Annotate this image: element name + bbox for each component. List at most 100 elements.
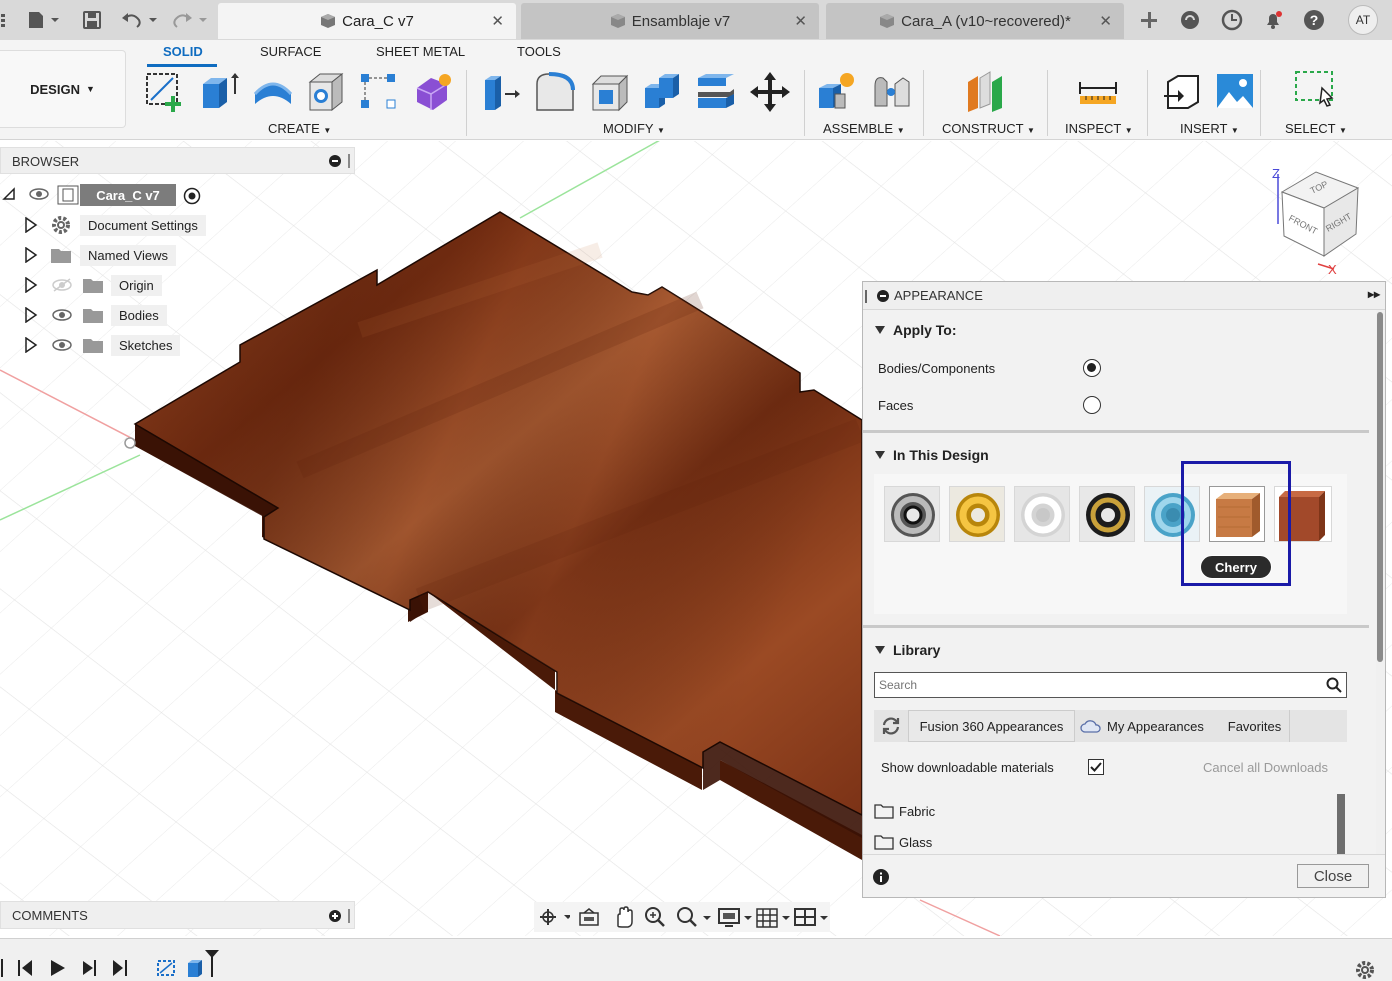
rectangular-pattern-icon[interactable] [357, 70, 401, 114]
split-body-icon[interactable] [694, 70, 738, 114]
extensions-icon[interactable] [1178, 8, 1202, 32]
offset-plane-icon[interactable] [964, 70, 1008, 114]
tab-favorites[interactable]: Favorites [1220, 710, 1290, 742]
folder-item-glass[interactable]: Glass [874, 831, 932, 853]
swatch-gold[interactable] [949, 486, 1005, 542]
folder-item-fabric[interactable]: Fabric [874, 800, 935, 822]
orbit-icon[interactable] [538, 907, 570, 927]
swatch-white[interactable] [1014, 486, 1070, 542]
activate-radio-icon[interactable] [183, 187, 201, 205]
expand-triangle-icon[interactable] [2, 187, 16, 201]
browser-item-origin[interactable]: Origin [111, 272, 162, 298]
extrude-icon[interactable] [197, 70, 241, 114]
tab-cara-a[interactable]: Cara_A (v10~recovered)* ✕ [826, 3, 1124, 39]
eye-icon[interactable] [51, 337, 73, 353]
tab-solid[interactable]: SOLID [163, 44, 203, 59]
tab-fusion-appearances[interactable]: Fusion 360 Appearances [908, 710, 1075, 742]
collapse-icon[interactable] [877, 290, 889, 302]
grid-settings-icon[interactable] [756, 906, 792, 928]
file-menu-icon[interactable] [26, 8, 62, 32]
step-back-icon[interactable] [16, 959, 36, 977]
play-icon[interactable] [48, 959, 68, 977]
tab-tools[interactable]: TOOLS [517, 44, 561, 59]
expand-triangle-icon[interactable] [24, 247, 38, 263]
info-icon[interactable] [873, 869, 889, 885]
expand-triangle-icon[interactable] [24, 337, 38, 353]
panel-scrollbar[interactable] [1377, 312, 1383, 662]
job-status-icon[interactable] [1220, 8, 1244, 32]
expand-triangle-icon[interactable] [24, 307, 38, 323]
tab-ensamblaje[interactable]: Ensamblaje v7 ✕ [521, 3, 819, 39]
user-avatar[interactable]: AT [1348, 5, 1378, 35]
appearance-header[interactable]: APPEARANCE ▸▸ [863, 282, 1385, 310]
insert-canvas-icon[interactable] [1213, 70, 1257, 114]
browser-root-label[interactable]: Cara_C v7 [80, 184, 176, 206]
library-search-box[interactable] [874, 672, 1347, 698]
viewports-icon[interactable] [794, 906, 830, 928]
tab-my-appearances[interactable]: My Appearances [1080, 710, 1220, 742]
apply-to-section[interactable]: Apply To: [875, 322, 957, 338]
close-button[interactable]: Close [1297, 864, 1369, 888]
new-component-icon[interactable] [815, 70, 859, 114]
redo-icon[interactable] [170, 8, 212, 32]
inspect-menu[interactable]: INSPECT ▼ [1065, 121, 1133, 136]
expand-triangle-icon[interactable] [24, 277, 38, 293]
tab-sheet-metal[interactable]: SHEET METAL [376, 44, 465, 59]
joint-icon[interactable] [869, 70, 913, 114]
display-settings-icon[interactable] [718, 906, 754, 928]
revolve-icon[interactable] [251, 70, 295, 114]
drag-handle-icon[interactable] [865, 290, 867, 303]
shell-icon[interactable] [587, 70, 631, 114]
panel-pin-icon[interactable] [348, 909, 350, 923]
add-comment-icon[interactable] [329, 910, 341, 922]
panel-pin-icon[interactable] [348, 154, 350, 168]
browser-panel-header[interactable]: BROWSER [0, 147, 355, 174]
faces-radio[interactable] [1083, 396, 1101, 414]
bodies-components-radio[interactable] [1083, 359, 1101, 377]
new-tab-icon[interactable] [1137, 8, 1161, 32]
comments-panel-header[interactable]: COMMENTS [0, 901, 355, 929]
browser-item-document-settings[interactable]: Document Settings [80, 212, 206, 238]
combine-icon[interactable] [641, 70, 685, 114]
create-form-icon[interactable] [411, 70, 455, 114]
construct-menu[interactable]: CONSTRUCT ▼ [942, 121, 1035, 136]
fit-zoom-icon[interactable] [676, 906, 712, 928]
close-icon[interactable]: ✕ [1099, 12, 1112, 30]
save-icon[interactable] [80, 8, 104, 32]
show-downloadable-checkbox[interactable] [1088, 759, 1104, 775]
browser-item-bodies[interactable]: Bodies [111, 302, 167, 328]
insert-derive-icon[interactable] [1160, 70, 1204, 114]
workspace-switcher[interactable]: DESIGN ▼ [0, 50, 126, 128]
tab-cara-c[interactable]: Cara_C v7 ✕ [218, 3, 516, 39]
undo-icon[interactable] [118, 8, 160, 32]
eye-icon[interactable] [51, 307, 73, 323]
eye-hidden-icon[interactable] [51, 277, 73, 293]
eye-icon[interactable] [28, 186, 50, 202]
browser-item-named-views[interactable]: Named Views [80, 242, 176, 268]
browser-item-sketches[interactable]: Sketches [111, 332, 181, 358]
cancel-all-downloads-link[interactable]: Cancel all Downloads [1203, 760, 1328, 775]
grid-menu-icon[interactable] [0, 8, 8, 32]
timeline-sketch-icon[interactable] [156, 957, 178, 979]
view-cube[interactable]: Z X TOP FRONT RIGHT [1268, 164, 1368, 276]
hole-icon[interactable] [304, 70, 348, 114]
library-search-input[interactable] [875, 673, 1315, 697]
swatch-dark-gold[interactable] [1079, 486, 1135, 542]
close-icon[interactable]: ✕ [491, 12, 504, 30]
select-menu[interactable]: SELECT ▼ [1285, 121, 1347, 136]
gear-icon[interactable] [1354, 959, 1376, 981]
expand-triangle-icon[interactable] [24, 217, 38, 233]
modify-menu[interactable]: MODIFY ▼ [603, 121, 665, 136]
press-pull-icon[interactable] [479, 70, 523, 114]
help-icon[interactable]: ? [1302, 8, 1326, 32]
expand-panel-icon[interactable]: ▸▸ [1368, 287, 1380, 301]
step-forward-icon[interactable] [80, 959, 100, 977]
move-icon[interactable] [748, 70, 792, 114]
notifications-icon[interactable] [1261, 8, 1285, 32]
look-at-icon[interactable] [578, 907, 600, 927]
create-sketch-icon[interactable] [143, 70, 187, 114]
tab-surface[interactable]: SURFACE [260, 44, 321, 59]
search-icon[interactable] [1326, 677, 1342, 693]
timeline-marker-icon[interactable] [204, 949, 220, 979]
collapse-icon[interactable] [329, 155, 341, 167]
